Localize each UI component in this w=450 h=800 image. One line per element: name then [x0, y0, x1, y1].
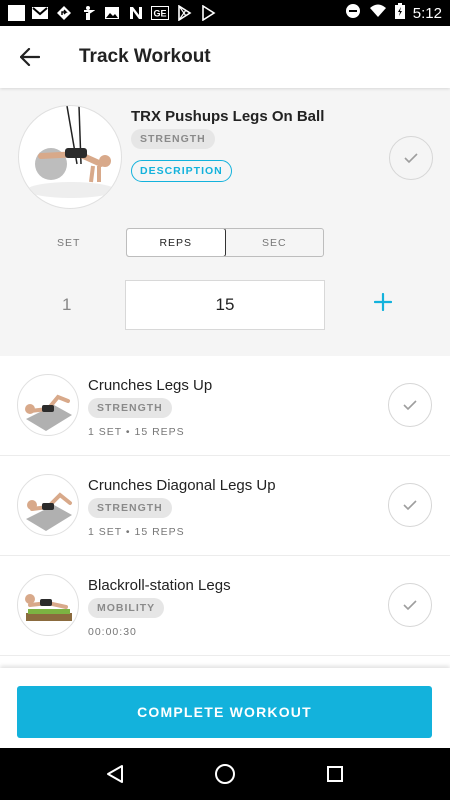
complete-workout-button[interactable]: COMPLETE WORKOUT [17, 686, 432, 738]
list-item[interactable]: Crunches Diagonal Legs Up STRENGTH 1 SET… [0, 456, 450, 556]
exercise-meta: 1 SET • 15 REPS [88, 426, 185, 438]
trx-pushup-illustration [27, 106, 115, 198]
play-icon [199, 5, 217, 21]
complete-exercise-button[interactable] [389, 136, 433, 180]
circle-home-icon [215, 764, 235, 784]
crunches-diagonal-illustration [26, 492, 72, 531]
active-exercise-title: TRX Pushups Legs On Ball [131, 108, 325, 125]
dnd-icon [345, 3, 361, 23]
exercise-meta: 1 SET • 15 REPS [88, 526, 185, 538]
check-icon [403, 500, 417, 511]
status-bar: GE 5:12 [0, 0, 450, 26]
play-store-icon [175, 5, 193, 21]
check-icon [403, 400, 417, 411]
square-recents-icon [327, 766, 343, 782]
category-chip: STRENGTH [88, 498, 172, 518]
set-number: 1 [62, 295, 72, 314]
svg-text:GE: GE [153, 9, 166, 19]
clock: 5:12 [412, 4, 442, 22]
exercise-thumbnail[interactable] [18, 105, 122, 209]
check-icon [404, 153, 418, 164]
square-icon [8, 5, 25, 21]
page-title: Track Workout [79, 46, 211, 67]
exercise-list: Crunches Legs Up STRENGTH 1 SET • 15 REP… [0, 356, 450, 656]
exercise-thumbnail [17, 574, 79, 636]
accessibility-icon [79, 5, 97, 21]
wifi-icon [369, 4, 387, 22]
category-chip: STRENGTH [88, 398, 172, 418]
add-set-button[interactable] [369, 288, 397, 316]
description-button[interactable]: DESCRIPTION [131, 160, 232, 182]
blackroll-illustration [25, 594, 72, 621]
gmail-icon [31, 5, 49, 21]
reps-tab[interactable]: REPS [127, 229, 226, 256]
crunches-illustration [25, 394, 72, 431]
set-label: SET [57, 237, 81, 249]
plus-icon [374, 293, 392, 311]
list-item[interactable]: Crunches Legs Up STRENGTH 1 SET • 15 REP… [0, 356, 450, 456]
category-chip: MOBILITY [88, 598, 165, 618]
nav-back-button[interactable] [95, 754, 135, 794]
reps-input[interactable]: 15 [125, 280, 325, 330]
ge-icon: GE [151, 5, 169, 21]
nav-home-button[interactable] [205, 754, 245, 794]
mode-toggle: REPS SEC [126, 228, 324, 257]
exercise-thumbnail [17, 474, 79, 536]
sec-tab[interactable]: SEC [226, 229, 324, 256]
exercise-thumbnail [17, 374, 79, 436]
back-button[interactable] [0, 26, 60, 88]
check-icon [403, 600, 417, 611]
complete-exercise-button[interactable] [388, 583, 432, 627]
battery-icon [394, 3, 405, 23]
complete-exercise-button[interactable] [388, 383, 432, 427]
system-nav-bar [0, 748, 450, 800]
exercise-name: Crunches Legs Up [88, 377, 213, 394]
nav-recents-button[interactable] [315, 754, 355, 794]
exercise-meta: 00:00:30 [88, 626, 137, 638]
exercise-name: Crunches Diagonal Legs Up [88, 477, 276, 494]
triangle-back-icon [107, 765, 123, 783]
app-bar: Track Workout [0, 26, 450, 88]
category-chip: STRENGTH [131, 129, 215, 149]
navigation-icon [55, 5, 73, 21]
exercise-name: Blackroll-station Legs [88, 577, 231, 594]
bottom-action-bar: COMPLETE WORKOUT [0, 668, 450, 748]
n-app-icon [127, 5, 145, 21]
arrow-left-icon [20, 48, 40, 66]
list-item[interactable]: Blackroll-station Legs MOBILITY 00:00:30 [0, 556, 450, 656]
complete-exercise-button[interactable] [388, 483, 432, 527]
image-icon [103, 5, 121, 21]
active-exercise-card: TRX Pushups Legs On Ball STRENGTH DESCRI… [0, 88, 450, 356]
